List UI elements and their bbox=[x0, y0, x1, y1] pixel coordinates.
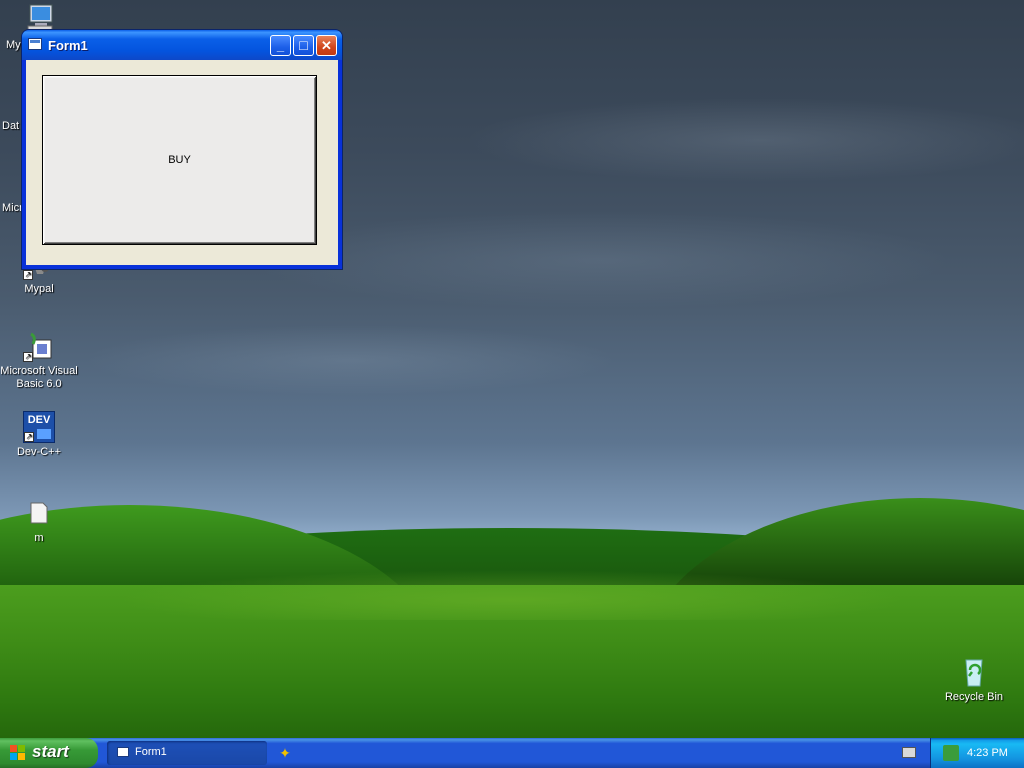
window-icon[interactable] bbox=[28, 38, 42, 50]
desktop-icon-recycle-bin[interactable]: Recycle Bin bbox=[934, 656, 1014, 704]
minimize-button[interactable]: _ bbox=[270, 35, 291, 56]
folder-icon bbox=[23, 497, 55, 529]
desktop: My Dat Micro ↗ Mypal ↗ Microsoft Visual … bbox=[0, 0, 1024, 738]
recycle-bin-icon bbox=[958, 656, 990, 688]
desktop-icon-label: Dat bbox=[2, 120, 20, 132]
desktop-icon-label: Mypal bbox=[24, 283, 54, 295]
desktop-icon-label: Microsoft Visual Basic 6.0 bbox=[0, 365, 78, 390]
taskbar-item-form1[interactable]: Form1 bbox=[107, 741, 267, 765]
window-client-area: BUY bbox=[26, 60, 338, 265]
quick-launch-icon[interactable]: ✦ bbox=[276, 744, 294, 762]
network-icon[interactable] bbox=[943, 745, 959, 761]
desktop-icon-label: Dev-C++ bbox=[16, 446, 62, 458]
desktop-icon-folder-m[interactable]: m bbox=[0, 497, 79, 545]
shortcut-arrow-icon: ↗ bbox=[24, 432, 34, 442]
dev-cpp-icon: DEV ↗ bbox=[23, 411, 55, 443]
dev-badge: DEV bbox=[27, 414, 51, 426]
visual-basic-icon: ↗ bbox=[23, 330, 55, 362]
window-icon bbox=[117, 747, 129, 757]
taskbar: start Form1 ✦ 4:23 PM bbox=[0, 738, 1024, 768]
clock[interactable]: 4:23 PM bbox=[967, 747, 1008, 759]
desktop-icon-visual-basic[interactable]: ↗ Microsoft Visual Basic 6.0 bbox=[0, 330, 79, 391]
system-tray: 4:23 PM bbox=[930, 738, 1024, 768]
window-title: Form1 bbox=[48, 38, 88, 53]
windows-logo-icon bbox=[10, 745, 26, 761]
shortcut-arrow-icon: ↗ bbox=[23, 270, 33, 280]
desktop-icon-label: Recycle Bin bbox=[944, 691, 1004, 703]
keyboard-icon[interactable] bbox=[902, 747, 916, 758]
window-titlebar[interactable]: Form1 _ □ ✕ bbox=[22, 30, 342, 60]
buy-button[interactable]: BUY bbox=[42, 75, 317, 245]
form1-window: Form1 _ □ ✕ BUY bbox=[22, 30, 342, 269]
wallpaper-grass-light bbox=[0, 560, 1024, 620]
shortcut-arrow-icon: ↗ bbox=[23, 352, 33, 362]
maximize-button[interactable]: □ bbox=[293, 35, 314, 56]
taskbar-item-label: Form1 bbox=[135, 746, 167, 758]
start-button[interactable]: start bbox=[0, 738, 98, 768]
close-button[interactable]: ✕ bbox=[316, 35, 337, 56]
desktop-icon-dev-cpp[interactable]: DEV ↗ Dev-C++ bbox=[0, 411, 79, 459]
desktop-icon-label: m bbox=[34, 532, 44, 544]
start-label: start bbox=[32, 742, 69, 761]
desktop-icon-label: My bbox=[6, 39, 21, 51]
